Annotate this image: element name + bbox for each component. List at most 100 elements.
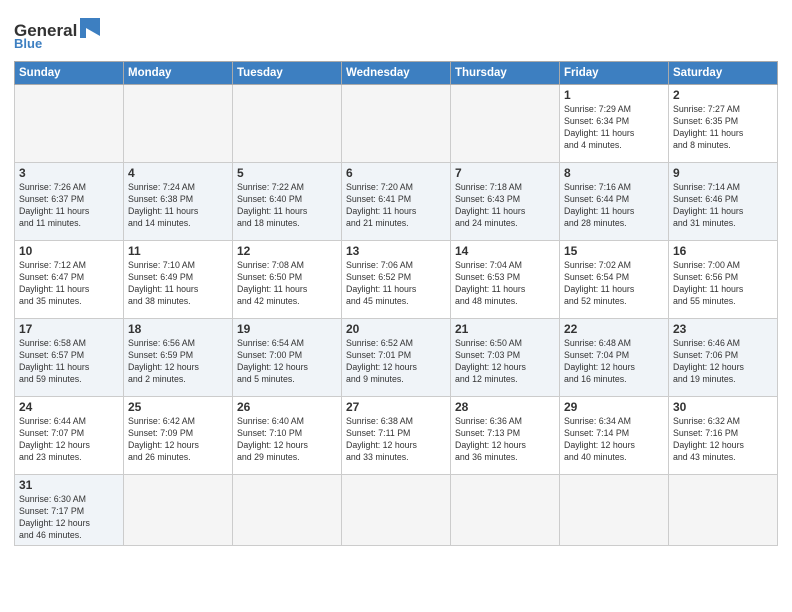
day-number: 26 <box>237 400 337 414</box>
day-info: Sunrise: 6:46 AM Sunset: 7:06 PM Dayligh… <box>673 338 773 386</box>
week-row-2: 3Sunrise: 7:26 AM Sunset: 6:37 PM Daylig… <box>15 163 778 241</box>
calendar-cell <box>342 85 451 163</box>
calendar-cell <box>560 475 669 546</box>
day-info: Sunrise: 6:52 AM Sunset: 7:01 PM Dayligh… <box>346 338 446 386</box>
day-number: 6 <box>346 166 446 180</box>
weekday-header-monday: Monday <box>124 62 233 85</box>
calendar-cell: 4Sunrise: 7:24 AM Sunset: 6:38 PM Daylig… <box>124 163 233 241</box>
calendar-cell <box>124 85 233 163</box>
day-info: Sunrise: 7:24 AM Sunset: 6:38 PM Dayligh… <box>128 182 228 230</box>
calendar-cell: 25 Sunrise: 6:42 AM Sunset: 7:09 PM Dayli… <box>124 397 233 475</box>
day-number: 1 <box>564 88 664 102</box>
day-info: Sunrise: 7:29 AM Sunset: 6:34 PM Dayligh… <box>564 104 664 152</box>
day-number: 9 <box>673 166 773 180</box>
day-number: 29 <box>564 400 664 414</box>
calendar-cell: 8 Sunrise: 7:16 AM Sunset: 6:44 PM Daylig… <box>560 163 669 241</box>
calendar-cell: 11Sunrise: 7:10 AM Sunset: 6:49 PM Dayli… <box>124 241 233 319</box>
calendar-cell: 29 Sunrise: 6:34 AM Sunset: 7:14 PM Dayli… <box>560 397 669 475</box>
day-number: 22 <box>564 322 664 336</box>
day-number: 18 <box>128 322 228 336</box>
day-number: 19 <box>237 322 337 336</box>
calendar-cell: 17 Sunrise: 6:58 AM Sunset: 6:57 PM Dayli… <box>15 319 124 397</box>
day-number: 15 <box>564 244 664 258</box>
day-info: Sunrise: 7:18 AM Sunset: 6:43 PM Dayligh… <box>455 182 555 230</box>
weekday-header-sunday: Sunday <box>15 62 124 85</box>
calendar-cell: 19 Sunrise: 6:54 AM Sunset: 7:00 PM Dayli… <box>233 319 342 397</box>
calendar-cell: 10 Sunrise: 7:12 AM Sunset: 6:47 PM Dayli… <box>15 241 124 319</box>
day-number: 10 <box>19 244 119 258</box>
day-info: Sunrise: 7:22 AM Sunset: 6:40 PM Dayligh… <box>237 182 337 230</box>
day-number: 25 <box>128 400 228 414</box>
calendar-cell <box>233 85 342 163</box>
weekday-header-tuesday: Tuesday <box>233 62 342 85</box>
weekday-header-friday: Friday <box>560 62 669 85</box>
day-info: Sunrise: 7:02 AM Sunset: 6:54 PM Dayligh… <box>564 260 664 308</box>
day-number: 24 <box>19 400 119 414</box>
calendar-cell: 22 Sunrise: 6:48 AM Sunset: 7:04 PM Dayli… <box>560 319 669 397</box>
page: General Blue SundayMondayTuesdayWednesda… <box>0 0 792 552</box>
day-info: Sunrise: 6:58 AM Sunset: 6:57 PM Dayligh… <box>19 338 119 386</box>
calendar-cell <box>124 475 233 546</box>
week-row-3: 10 Sunrise: 7:12 AM Sunset: 6:47 PM Dayli… <box>15 241 778 319</box>
weekday-header-thursday: Thursday <box>451 62 560 85</box>
calendar-cell: 28Sunrise: 6:36 AM Sunset: 7:13 PM Dayli… <box>451 397 560 475</box>
day-info: Sunrise: 7:14 AM Sunset: 6:46 PM Dayligh… <box>673 182 773 230</box>
day-number: 11 <box>128 244 228 258</box>
calendar-cell: 1 Sunrise: 7:29 AM Sunset: 6:34 PM Daylig… <box>560 85 669 163</box>
week-row-6: 31 Sunrise: 6:30 AM Sunset: 7:17 PM Dayli… <box>15 475 778 546</box>
day-info: Sunrise: 6:30 AM Sunset: 7:17 PM Dayligh… <box>19 494 119 542</box>
calendar-cell: 27Sunrise: 6:38 AM Sunset: 7:11 PM Dayli… <box>342 397 451 475</box>
day-number: 8 <box>564 166 664 180</box>
day-info: Sunrise: 6:32 AM Sunset: 7:16 PM Dayligh… <box>673 416 773 464</box>
day-info: Sunrise: 6:56 AM Sunset: 6:59 PM Dayligh… <box>128 338 228 386</box>
calendar-cell: 5Sunrise: 7:22 AM Sunset: 6:40 PM Daylig… <box>233 163 342 241</box>
calendar-cell: 24 Sunrise: 6:44 AM Sunset: 7:07 PM Dayli… <box>15 397 124 475</box>
calendar-cell: 30 Sunrise: 6:32 AM Sunset: 7:16 PM Dayli… <box>669 397 778 475</box>
day-number: 12 <box>237 244 337 258</box>
calendar-cell: 14 Sunrise: 7:04 AM Sunset: 6:53 PM Dayli… <box>451 241 560 319</box>
day-number: 17 <box>19 322 119 336</box>
calendar-cell: 9 Sunrise: 7:14 AM Sunset: 6:46 PM Daylig… <box>669 163 778 241</box>
day-info: Sunrise: 7:20 AM Sunset: 6:41 PM Dayligh… <box>346 182 446 230</box>
svg-text:Blue: Blue <box>14 36 42 50</box>
day-number: 30 <box>673 400 773 414</box>
calendar-cell: 6 Sunrise: 7:20 AM Sunset: 6:41 PM Daylig… <box>342 163 451 241</box>
calendar-cell: 31 Sunrise: 6:30 AM Sunset: 7:17 PM Dayli… <box>15 475 124 546</box>
day-info: Sunrise: 6:54 AM Sunset: 7:00 PM Dayligh… <box>237 338 337 386</box>
day-info: Sunrise: 6:34 AM Sunset: 7:14 PM Dayligh… <box>564 416 664 464</box>
day-number: 21 <box>455 322 555 336</box>
calendar-cell <box>451 475 560 546</box>
calendar-cell: 15 Sunrise: 7:02 AM Sunset: 6:54 PM Dayli… <box>560 241 669 319</box>
day-number: 31 <box>19 478 119 492</box>
day-info: Sunrise: 7:00 AM Sunset: 6:56 PM Dayligh… <box>673 260 773 308</box>
day-info: Sunrise: 6:44 AM Sunset: 7:07 PM Dayligh… <box>19 416 119 464</box>
day-number: 2 <box>673 88 773 102</box>
week-row-4: 17 Sunrise: 6:58 AM Sunset: 6:57 PM Dayli… <box>15 319 778 397</box>
day-info: Sunrise: 7:08 AM Sunset: 6:50 PM Dayligh… <box>237 260 337 308</box>
calendar-table: SundayMondayTuesdayWednesdayThursdayFrid… <box>14 61 778 546</box>
calendar-cell: 21Sunrise: 6:50 AM Sunset: 7:03 PM Dayli… <box>451 319 560 397</box>
calendar-cell: 2 Sunrise: 7:27 AM Sunset: 6:35 PM Daylig… <box>669 85 778 163</box>
day-info: Sunrise: 7:27 AM Sunset: 6:35 PM Dayligh… <box>673 104 773 152</box>
calendar-cell <box>451 85 560 163</box>
day-info: Sunrise: 6:48 AM Sunset: 7:04 PM Dayligh… <box>564 338 664 386</box>
calendar-cell: 26Sunrise: 6:40 AM Sunset: 7:10 PM Dayli… <box>233 397 342 475</box>
day-info: Sunrise: 7:06 AM Sunset: 6:52 PM Dayligh… <box>346 260 446 308</box>
day-number: 14 <box>455 244 555 258</box>
day-info: Sunrise: 7:04 AM Sunset: 6:53 PM Dayligh… <box>455 260 555 308</box>
calendar-cell: 18 Sunrise: 6:56 AM Sunset: 6:59 PM Dayli… <box>124 319 233 397</box>
calendar-cell <box>233 475 342 546</box>
calendar-cell: 12 Sunrise: 7:08 AM Sunset: 6:50 PM Dayli… <box>233 241 342 319</box>
logo-area: General Blue <box>14 14 104 55</box>
day-info: Sunrise: 6:42 AM Sunset: 7:09 PM Dayligh… <box>128 416 228 464</box>
day-info: Sunrise: 6:38 AM Sunset: 7:11 PM Dayligh… <box>346 416 446 464</box>
weekday-header-row: SundayMondayTuesdayWednesdayThursdayFrid… <box>15 62 778 85</box>
day-number: 28 <box>455 400 555 414</box>
calendar-cell: 3Sunrise: 7:26 AM Sunset: 6:37 PM Daylig… <box>15 163 124 241</box>
day-info: Sunrise: 7:16 AM Sunset: 6:44 PM Dayligh… <box>564 182 664 230</box>
calendar-cell <box>15 85 124 163</box>
day-info: Sunrise: 7:12 AM Sunset: 6:47 PM Dayligh… <box>19 260 119 308</box>
day-info: Sunrise: 7:26 AM Sunset: 6:37 PM Dayligh… <box>19 182 119 230</box>
day-number: 16 <box>673 244 773 258</box>
calendar-cell <box>669 475 778 546</box>
